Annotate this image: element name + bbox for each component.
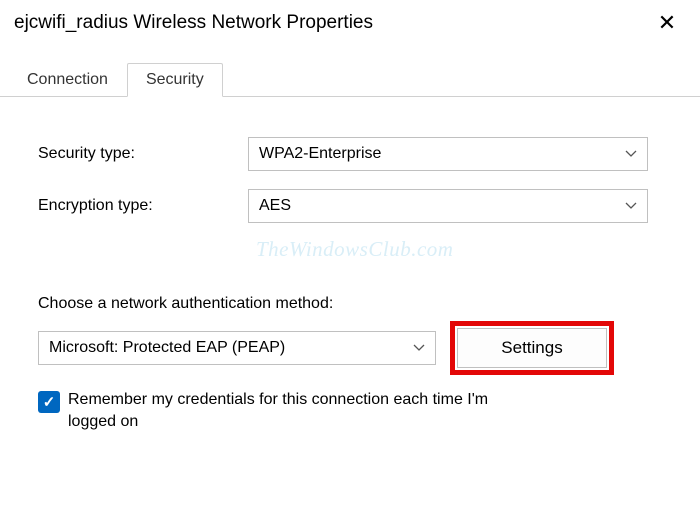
close-icon: ✕ bbox=[658, 10, 676, 35]
watermark-text: TheWindowsClub.com bbox=[256, 237, 453, 262]
encryption-type-value: AES bbox=[259, 197, 291, 215]
close-button[interactable]: ✕ bbox=[652, 8, 682, 38]
tab-security[interactable]: Security bbox=[127, 63, 223, 97]
security-type-label: Security type: bbox=[38, 145, 248, 163]
checkmark-icon: ✓ bbox=[43, 393, 56, 411]
settings-highlight: Settings bbox=[450, 321, 614, 375]
auth-method-value: Microsoft: Protected EAP (PEAP) bbox=[49, 339, 285, 357]
remember-credentials-label: Remember my credentials for this connect… bbox=[68, 389, 518, 432]
tab-connection[interactable]: Connection bbox=[8, 63, 127, 97]
remember-credentials-checkbox[interactable]: ✓ bbox=[38, 391, 60, 413]
encryption-type-select[interactable]: AES bbox=[248, 189, 648, 223]
chevron-down-icon bbox=[625, 147, 637, 161]
security-type-value: WPA2-Enterprise bbox=[259, 145, 381, 163]
chevron-down-icon bbox=[625, 199, 637, 213]
chevron-down-icon bbox=[413, 341, 425, 355]
window-title: ejcwifi_radius Wireless Network Properti… bbox=[14, 12, 373, 34]
security-type-select[interactable]: WPA2-Enterprise bbox=[248, 137, 648, 171]
tab-strip: Connection Security bbox=[0, 44, 700, 97]
encryption-type-label: Encryption type: bbox=[38, 197, 248, 215]
auth-method-label: Choose a network authentication method: bbox=[38, 295, 666, 313]
settings-button[interactable]: Settings bbox=[457, 328, 607, 368]
auth-method-select[interactable]: Microsoft: Protected EAP (PEAP) bbox=[38, 331, 436, 365]
